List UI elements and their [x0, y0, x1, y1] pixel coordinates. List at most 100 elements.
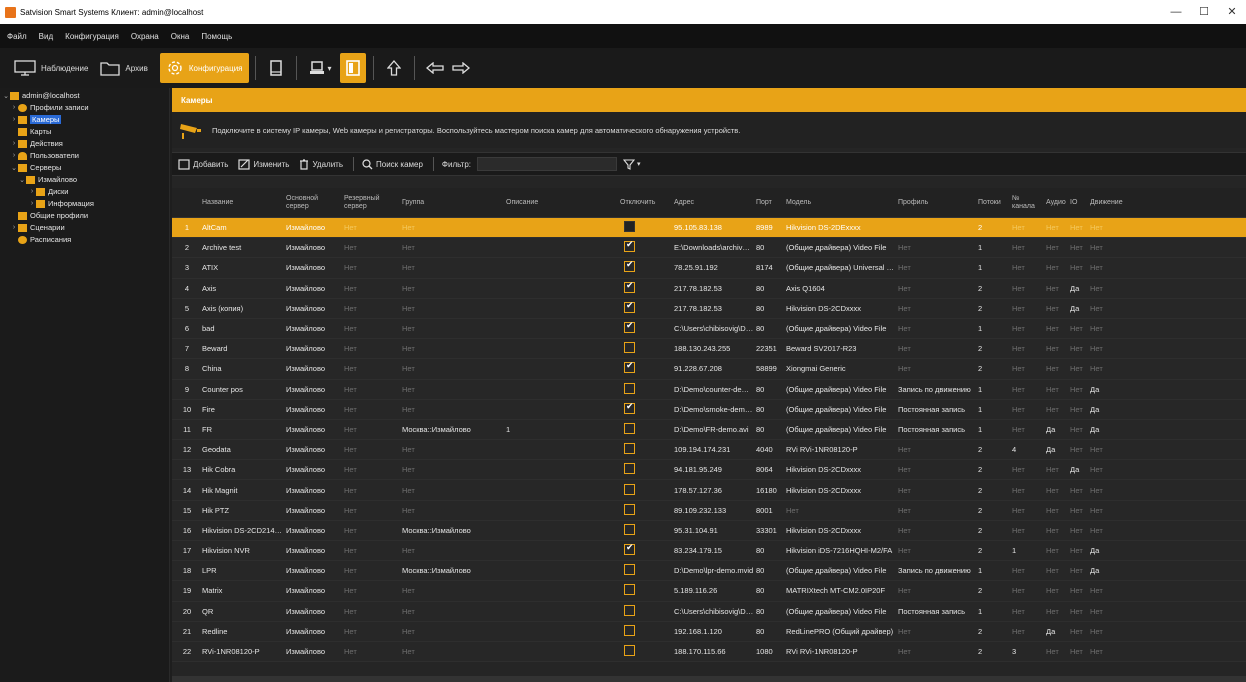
menu-config[interactable]: Конфигурация: [65, 32, 119, 41]
disable-checkbox[interactable]: [624, 604, 635, 616]
column-header[interactable]: Описание: [504, 199, 618, 207]
disable-checkbox[interactable]: [624, 523, 635, 535]
disable-checkbox[interactable]: [624, 483, 635, 495]
disable-checkbox[interactable]: [624, 281, 635, 293]
disable-checkbox[interactable]: [624, 463, 635, 475]
column-header[interactable]: Порт: [754, 199, 784, 207]
menu-security[interactable]: Охрана: [131, 32, 159, 41]
disable-checkbox[interactable]: [624, 422, 635, 434]
menu-help[interactable]: Помощь: [201, 32, 232, 41]
chevron-down-icon[interactable]: ▾: [637, 160, 641, 168]
tree-item-maps[interactable]: Карты: [0, 126, 169, 137]
table-row[interactable]: 10 Fire Измайлово Нет Нет D:\Demo\smoke-demo.…: [172, 399, 1246, 420]
table-row[interactable]: 19 Matrix Измайлово Нет Нет 5.189.116.26 80 MAT…: [172, 581, 1246, 602]
arrow-right-icon[interactable]: [448, 53, 474, 83]
table-row[interactable]: 13 Hik Cobra Измайлово Нет Нет 94.181.95.249 8…: [172, 460, 1246, 481]
chevron-down-icon[interactable]: ⌄: [10, 164, 18, 172]
chevron-right-icon[interactable]: ›: [10, 140, 18, 147]
table-row[interactable]: 2 Archive test Измайлово Нет Нет E:\Downloads…: [172, 238, 1246, 259]
minimize-button[interactable]: —: [1162, 0, 1190, 24]
table-row[interactable]: 11 FR Измайлово Нет Москва::Измайлово 1 D:\Dem…: [172, 419, 1246, 441]
table-row[interactable]: 1 AltCam Измайлово Нет Нет 95.105.83.138 8989 H…: [172, 218, 1246, 239]
tree-item-servers[interactable]: ⌄ Серверы: [0, 162, 169, 173]
column-header[interactable]: Адрес: [672, 199, 754, 207]
filter-input[interactable]: [477, 157, 618, 171]
chevron-down-icon[interactable]: ⌄: [2, 92, 10, 100]
disable-checkbox[interactable]: [624, 241, 635, 253]
camera-search-button[interactable]: Поиск камер: [362, 158, 423, 170]
table-row[interactable]: 9 Counter pos Измайлово Нет Нет D:\Demo\count…: [172, 379, 1246, 400]
disable-checkbox[interactable]: [624, 342, 635, 354]
tree-item-scenarios[interactable]: › Сценарии: [0, 222, 169, 233]
disable-checkbox[interactable]: [624, 564, 635, 576]
chevron-down-icon[interactable]: ⌄: [18, 176, 26, 184]
tree-root[interactable]: ⌄ admin@localhost: [0, 90, 169, 101]
table-row[interactable]: 20 QR Измайлово Нет Нет C:\Users\chibisovig\D…: [172, 601, 1246, 622]
table-row[interactable]: 21 Redline Измайлово Нет Нет 192.168.1.120 80 R…: [172, 621, 1246, 642]
tree-item-actions[interactable]: › Действия: [0, 138, 169, 149]
tree-item-info[interactable]: › Информация: [0, 198, 169, 209]
table-row[interactable]: 22 RVi-1NR08120-P Измайлово Нет Нет 188.170.1…: [172, 641, 1246, 663]
disable-checkbox[interactable]: [624, 645, 635, 657]
funnel-icon[interactable]: ▾: [623, 158, 641, 170]
table-row[interactable]: 16 Hikvision DS-2CD2142FW...Измайлово Нет М…: [172, 520, 1246, 541]
table-row[interactable]: 18 LPR Измайлово Нет Москва::Измайлово D:\Dem…: [172, 561, 1246, 582]
observe-button[interactable]: Наблюдение: [8, 53, 94, 83]
edit-button[interactable]: Изменить: [238, 158, 289, 170]
menu-file[interactable]: Файл: [7, 32, 27, 41]
tree-item-cameras[interactable]: › Камеры: [0, 114, 169, 125]
add-button[interactable]: Добавить: [178, 158, 228, 170]
disable-checkbox[interactable]: [624, 584, 635, 596]
column-header[interactable]: Отключить: [618, 199, 672, 207]
disable-checkbox[interactable]: [624, 544, 635, 556]
disable-checkbox[interactable]: [624, 322, 635, 334]
tablet-icon[interactable]: [263, 53, 289, 83]
arrow-up-icon[interactable]: [381, 53, 407, 83]
chevron-right-icon[interactable]: ›: [10, 104, 18, 111]
table-row[interactable]: 12 Geodata Измайлово Нет Нет 109.194.174.231 4…: [172, 440, 1246, 461]
menu-view[interactable]: Вид: [39, 32, 53, 41]
table-row[interactable]: 14 Hik Magnit Измайлово Нет Нет 178.57.127.36…: [172, 480, 1246, 501]
chevron-right-icon[interactable]: ›: [10, 224, 18, 231]
tree-item-profiles[interactable]: › Профили записи: [0, 102, 169, 113]
disable-checkbox[interactable]: [624, 443, 635, 455]
arrow-left-icon[interactable]: [422, 53, 448, 83]
column-header[interactable]: Аудио: [1044, 199, 1068, 207]
maximize-button[interactable]: ☐: [1190, 0, 1218, 24]
horizontal-scrollbar[interactable]: [172, 676, 1246, 682]
disable-checkbox[interactable]: [624, 221, 635, 233]
workstation-icon[interactable]: [304, 53, 330, 83]
archive-button[interactable]: Архив: [94, 53, 153, 83]
chevron-right-icon[interactable]: ›: [10, 116, 18, 123]
column-header[interactable]: Группа: [400, 199, 504, 207]
column-header[interactable]: Потоки: [976, 199, 1010, 207]
disable-checkbox[interactable]: [624, 261, 635, 273]
table-row[interactable]: 15 Hik PTZ Измайлово Нет Нет 89.109.232.133 80…: [172, 500, 1246, 521]
column-header[interactable]: Резервный сервер: [342, 195, 400, 211]
config-button[interactable]: Конфигурация: [159, 53, 249, 83]
table-row[interactable]: 17 Hikvision NVR Измайлово Нет Нет 83.234.179…: [172, 541, 1246, 562]
workstation-dropdown-icon[interactable]: ▾: [328, 64, 332, 73]
close-button[interactable]: ✕: [1218, 0, 1246, 24]
chevron-right-icon[interactable]: ›: [28, 200, 36, 207]
column-header[interactable]: Основной сервер: [284, 195, 342, 211]
column-header[interactable]: Название: [200, 199, 284, 207]
table-row[interactable]: 6 bad Измайлово Нет Нет C:\Users\chibisovig\D…: [172, 318, 1246, 340]
tree-item-schedules[interactable]: Расписания: [0, 234, 169, 245]
column-header[interactable]: Движение: [1088, 199, 1128, 207]
chevron-right-icon[interactable]: ›: [10, 152, 18, 159]
table-row[interactable]: 8 China Измайлово Нет Нет 91.228.67.208 58899 X…: [172, 359, 1246, 380]
disable-checkbox[interactable]: [624, 402, 635, 414]
disable-checkbox[interactable]: [624, 382, 635, 394]
chevron-right-icon[interactable]: ›: [28, 188, 36, 195]
table-row[interactable]: 3 ATIX Измайлово Нет Нет 78.25.91.192 8174 (Общ…: [172, 258, 1246, 279]
disable-checkbox[interactable]: [624, 624, 635, 636]
disable-checkbox[interactable]: [624, 301, 635, 313]
column-header[interactable]: Профиль: [896, 199, 976, 207]
column-header[interactable]: № канала: [1010, 195, 1044, 211]
table-row[interactable]: 7 Beward Измайлово Нет Нет 188.130.243.255 223…: [172, 339, 1246, 360]
tree-item-users[interactable]: › Пользователи: [0, 150, 169, 161]
column-header[interactable]: Модель: [784, 199, 896, 207]
menu-windows[interactable]: Окна: [171, 32, 190, 41]
panel-toggle-icon[interactable]: [339, 53, 366, 83]
